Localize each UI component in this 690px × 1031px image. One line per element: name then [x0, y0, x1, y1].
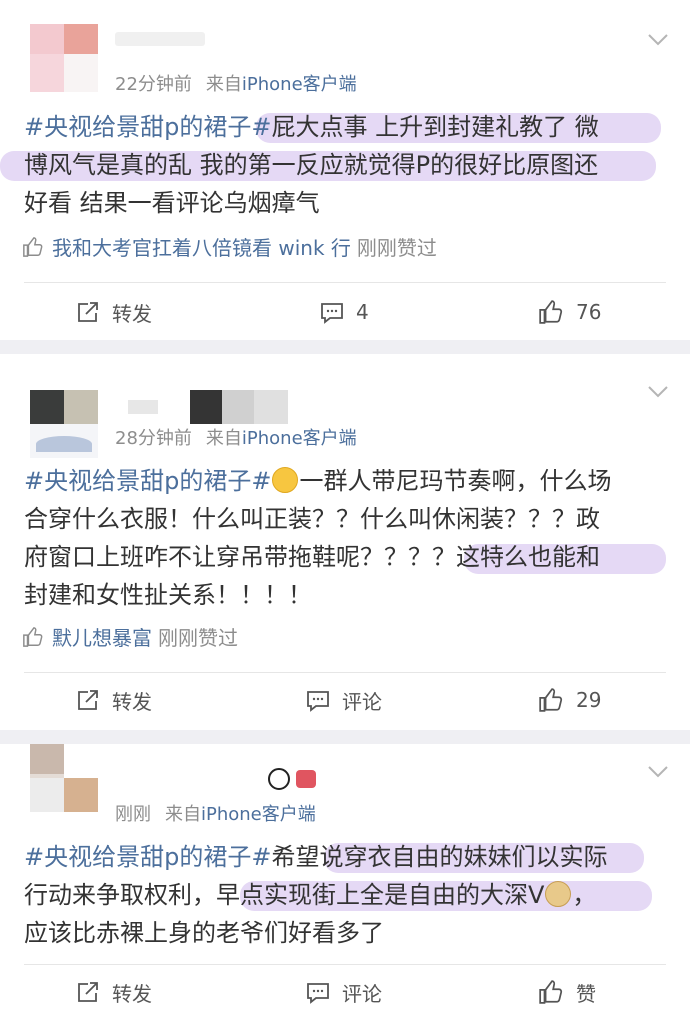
post-text-line: 好看 结果一看评论乌烟瘴气 [24, 189, 320, 217]
liked-by-names[interactable]: 我和大考官扛着八倍镜看 wink 行 [52, 232, 351, 261]
post-text-line: 合穿什么衣服！什么叫正装？？什么叫休闲装？？？政 [24, 505, 600, 533]
comment-label: 评论 [342, 981, 382, 1006]
source-prefix: 来自 [205, 428, 242, 449]
thumbs-up-icon [23, 236, 43, 257]
liked-suffix: 刚刚赞过 [356, 236, 437, 260]
divider [24, 672, 666, 673]
post-time: 28分钟前 [115, 428, 192, 449]
repost-label: 转发 [112, 981, 152, 1006]
comment-button[interactable]: 评论 [306, 972, 382, 1012]
like-count: 29 [576, 688, 602, 712]
repost-label: 转发 [112, 301, 152, 326]
post-text-line: 屁大点事 上升到封建礼教了 微 [271, 113, 599, 141]
hashtag-link[interactable]: #央视给景甜p的裙子# [24, 843, 271, 871]
liked-by-row: 我和大考官扛着八倍镜看 wink 行 刚刚赞过 [22, 232, 437, 261]
chevron-down-icon[interactable] [648, 766, 668, 778]
source-link[interactable]: iPhone客户端 [242, 428, 357, 449]
action-bar: 转发 4 76 [0, 292, 690, 332]
like-label: 赞 [576, 981, 596, 1006]
repost-button[interactable]: 转发 [76, 680, 152, 720]
comment-icon [307, 983, 329, 1004]
post-card-1: 22分钟前 来自iPhone客户端 #央视给景甜p的裙子#屁大点事 上升到封建礼教… [0, 0, 690, 340]
comment-button[interactable]: 4 [320, 292, 369, 332]
post-text-line: 应该比赤裸上身的老爷们好看多了 [24, 919, 384, 947]
liked-suffix: 刚刚赞过 [158, 626, 238, 650]
panda-badge-icon [268, 766, 328, 792]
post-text-line: 一群人带尼玛节奏啊，什么场 [299, 467, 612, 495]
comment-label: 评论 [342, 689, 382, 714]
post-body: #央视给景甜p的裙子#希望说穿衣自由的妹妹们以实际 行动来争取权利，早点实现街上… [24, 838, 674, 952]
source-prefix: 来自 [205, 74, 242, 95]
post-text-punct: ， [572, 881, 597, 909]
like-button[interactable]: 赞 [538, 972, 596, 1012]
comment-icon [321, 303, 343, 324]
repost-button[interactable]: 转发 [76, 292, 152, 332]
post-card-3: 刚刚 来自iPhone客户端 #央视给景甜p的裙子#希望说穿衣自由的妹妹们以实际 … [0, 744, 690, 1031]
thumbs-up-icon [539, 688, 563, 712]
action-bar: 转发 评论 赞 [0, 972, 690, 1012]
avatar[interactable] [30, 390, 98, 458]
liked-by-row: 默儿想暴富 刚刚赞过 [22, 622, 238, 651]
post-body: #央视给景甜p的裙子#屁大点事 上升到封建礼教了 微 博风气是真的乱 我的第一反… [0, 108, 674, 222]
post-meta: 28分钟前 来自iPhone客户端 [115, 424, 357, 450]
post-text-line: 希望说穿衣自由的妹妹们以实际 [271, 843, 608, 871]
source-prefix: 来自 [165, 804, 201, 825]
post-text-line: 行动来争取权利，早点实现街上全是自由的大深V [24, 881, 545, 909]
thumbs-up-icon [23, 626, 43, 647]
like-button[interactable]: 76 [538, 292, 601, 332]
username-blurred[interactable] [128, 390, 298, 424]
divider [24, 964, 666, 965]
post-card-2: 28分钟前 来自iPhone客户端 #央视给景甜p的裙子# 一群人带尼玛节奏啊，什么… [0, 354, 690, 730]
thumbs-up-icon [539, 980, 563, 1004]
post-text-line: 封建和女性扯关系！！！！ [24, 581, 312, 609]
repost-button[interactable]: 转发 [76, 972, 152, 1012]
comment-button[interactable]: 评论 [306, 680, 382, 720]
repost-icon [78, 302, 98, 322]
post-body: #央视给景甜p的裙子# 一群人带尼玛节奏啊，什么场 合穿什么衣服！什么叫正装？？什… [24, 462, 674, 614]
post-meta: 22分钟前 来自iPhone客户端 [115, 70, 357, 96]
repost-icon [78, 982, 98, 1002]
comment-icon [307, 691, 329, 712]
avatar[interactable] [30, 24, 98, 92]
divider [24, 282, 666, 283]
avatar[interactable] [30, 744, 98, 812]
username-blurred[interactable] [115, 26, 215, 50]
like-count: 76 [576, 300, 602, 324]
liked-by-names[interactable]: 默儿想暴富 [52, 622, 152, 651]
chevron-down-icon[interactable] [648, 34, 668, 46]
post-meta: 刚刚 来自iPhone客户端 [115, 800, 316, 826]
source-link[interactable]: iPhone客户端 [242, 74, 357, 95]
action-bar: 转发 评论 29 [0, 680, 690, 720]
thumbs-up-icon [539, 300, 563, 324]
smirk-emoji-icon [272, 467, 299, 493]
post-text-line: 博风气是真的乱 我的第一反应就觉得P的很好比原图还 [24, 151, 599, 179]
repost-icon [78, 690, 98, 710]
comment-count: 4 [356, 300, 369, 324]
hashtag-link[interactable]: #央视给景甜p的裙子# [24, 467, 271, 495]
hashtag-link[interactable]: #央视给景甜p的裙子# [24, 113, 271, 141]
post-time: 22分钟前 [115, 74, 192, 95]
like-button[interactable]: 29 [538, 680, 601, 720]
repost-label: 转发 [112, 689, 152, 714]
source-link[interactable]: iPhone客户端 [201, 804, 316, 825]
doge-emoji-icon [545, 881, 572, 907]
post-time: 刚刚 [115, 804, 151, 825]
post-text-line: 府窗口上班咋不让穿吊带拖鞋呢？？？？这特么也能和 [24, 543, 600, 571]
chevron-down-icon[interactable] [648, 386, 668, 398]
